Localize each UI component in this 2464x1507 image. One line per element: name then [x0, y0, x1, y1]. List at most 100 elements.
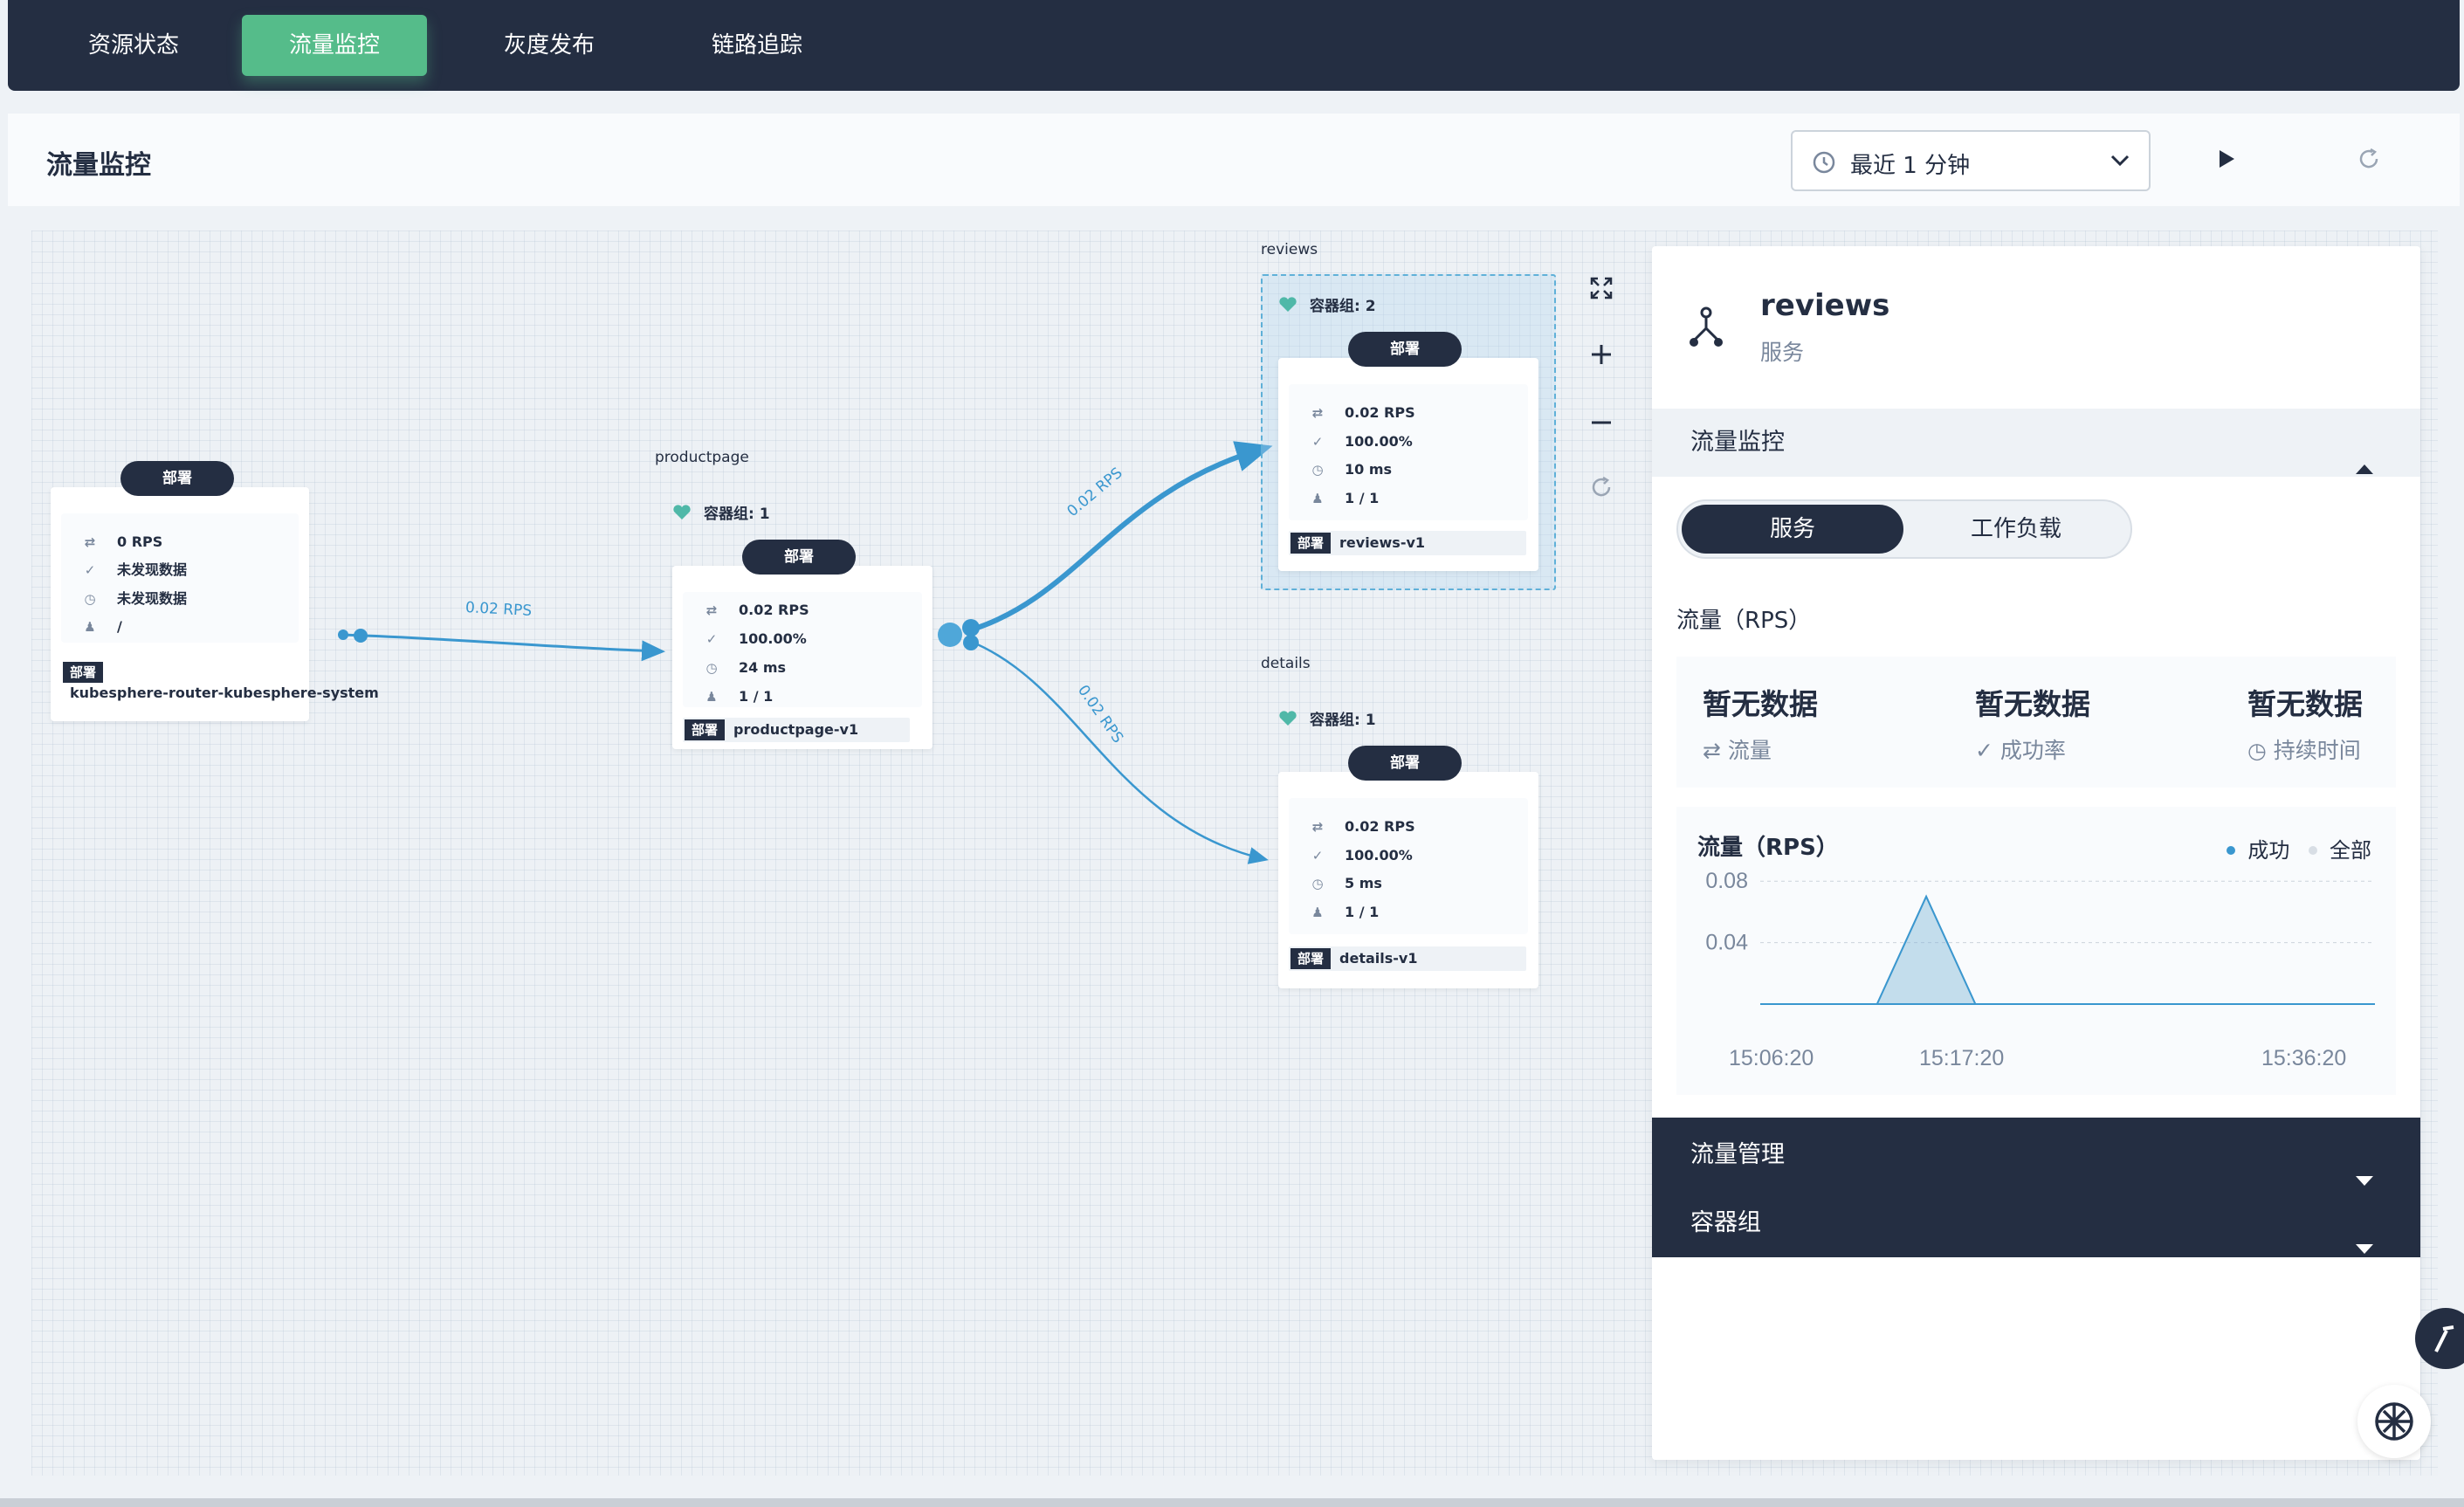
node-reviews[interactable]: ⇄ 0.02 RPS ✓ 100.00% ◷ 10 ms ♟ 1 / 1 部署 revie… — [1278, 358, 1538, 571]
details-stats: ⇄ 0.02 RPS ✓ 100.00% ◷ 5 ms ♟ 1 / 1 — [1289, 798, 1528, 934]
top-tab-bar: 资源状态 流量监控 灰度发布 链路追踪 — [8, 0, 2460, 91]
details-deployment-row: 部署 details-v1 — [1289, 946, 1526, 971]
deployment-tag: 部署 — [1291, 948, 1332, 969]
details-deployment-name: details-v1 — [1339, 950, 1418, 967]
heart-icon — [1278, 297, 1297, 313]
metric-success-rate: 暂无数据 ✓ 成功率 — [1975, 687, 2090, 763]
play-icon[interactable] — [2217, 148, 2236, 173]
time-range-select[interactable]: 最近 1 分钟 — [1791, 130, 2151, 191]
tab-traffic-monitoring[interactable]: 流量监控 — [242, 15, 428, 76]
deployment-tag: 部署 — [63, 662, 104, 683]
chevron-down-icon — [2354, 1215, 2375, 1283]
collapsed-sections: 流量管理 容器组 — [1652, 1118, 2420, 1257]
tool-float-button[interactable] — [2415, 1308, 2464, 1369]
reviews-pod-count: 容器组: 2 — [1278, 293, 1376, 315]
edge-router-productpage — [341, 633, 665, 662]
details-replicas: ♟ 1 / 1 — [1306, 903, 1379, 922]
router-duration: ◷ 未发现数据 — [79, 589, 187, 609]
section-pods[interactable]: 容器组 — [1652, 1189, 2420, 1257]
router-deployment-row: 部署 — [61, 660, 299, 685]
productpage-stats: ⇄ 0.02 RPS ✓ 100.00% ◷ 24 ms ♟ 1 / 1 — [683, 592, 922, 707]
reviews-deployment-row: 部署 reviews-v1 — [1289, 531, 1526, 555]
reviews-deployment-name: reviews-v1 — [1339, 534, 1426, 551]
pod-icon: ♟ — [1311, 905, 1324, 920]
traffic-icon: ⇄ — [705, 602, 718, 618]
group-label-details: details — [1261, 655, 1311, 672]
productpage-deployment-row: 部署 productpage-v1 — [683, 718, 910, 742]
refresh-icon[interactable] — [2357, 147, 2381, 175]
tab-tracing[interactable]: 链路追踪 — [689, 15, 825, 76]
deployment-tag: 部署 — [1291, 533, 1332, 554]
metric-duration: 暂无数据 ◷ 持续时间 — [2247, 687, 2363, 763]
service-detail-panel: reviews 服务 流量监控 服务 工作负载 流量（RPS） 暂无数据 ⇄ 流… — [1652, 246, 2420, 1460]
productpage-success: ✓ 100.00% — [700, 630, 807, 649]
clock-icon: ◷ — [2247, 738, 2274, 763]
reviews-rps: ⇄ 0.02 RPS — [1306, 403, 1415, 423]
traffic-icon: ⇄ — [1311, 819, 1324, 835]
check-icon: ✓ — [84, 562, 96, 578]
reviews-deployment-pill: 部署 — [1348, 332, 1462, 367]
heart-icon — [672, 505, 692, 520]
heart-icon — [1278, 711, 1297, 726]
chart-plot: 0.08 0.04 15:06:20 15:17:20 15:36:20 — [1705, 869, 2375, 1070]
bottom-scroll-edge — [0, 1498, 2464, 1507]
panel-title: reviews — [1760, 288, 1890, 323]
traffic-icon: ⇄ — [1703, 738, 1728, 763]
pod-icon: ♟ — [1311, 491, 1324, 506]
zoom-in-icon[interactable] — [1589, 342, 1614, 370]
section-traffic-monitoring[interactable]: 流量监控 — [1652, 409, 2420, 477]
metrics-summary: 暂无数据 ⇄ 流量 暂无数据 ✓ 成功率 暂无数据 ◷ 持续时间 — [1676, 657, 2396, 788]
check-icon: ✓ — [705, 631, 718, 647]
productpage-duration: ◷ 24 ms — [700, 658, 786, 678]
clock-icon: ◷ — [705, 660, 718, 676]
check-icon: ✓ — [1311, 848, 1324, 864]
time-range-value: 最近 1 分钟 — [1850, 153, 1971, 179]
details-deployment-pill: 部署 — [1348, 746, 1462, 781]
pod-icon: ♟ — [84, 619, 96, 635]
node-router[interactable]: ⇄ 0 RPS ✓ 未发现数据 ◷ 未发现数据 ♟ / 部署 kubesphere-ro… — [51, 487, 379, 721]
traffic-icon: ⇄ — [1311, 405, 1324, 421]
tab-grayscale-release[interactable]: 灰度发布 — [481, 15, 617, 76]
chart-x-tick: 15:06:20 — [1729, 1046, 1814, 1070]
toggle-workload[interactable]: 工作负载 — [1905, 505, 2127, 554]
details-rps: ⇄ 0.02 RPS — [1306, 817, 1415, 836]
traffic-icon: ⇄ — [84, 534, 96, 550]
router-deployment-name: kubesphere-router-kubesphere-system — [70, 685, 379, 701]
chart-x-tick: 15:17:20 — [1919, 1046, 2004, 1070]
reviews-stats: ⇄ 0.02 RPS ✓ 100.00% ◷ 10 ms ♟ 1 / 1 — [1289, 384, 1528, 520]
reviews-success: ✓ 100.00% — [1306, 432, 1413, 451]
page-title: 流量监控 — [46, 150, 151, 181]
edge-productpage-details — [968, 639, 1269, 864]
metric-traffic: 暂无数据 ⇄ 流量 — [1703, 687, 1818, 763]
section-traffic-management[interactable]: 流量管理 — [1652, 1121, 2420, 1189]
service-icon — [1687, 306, 1725, 353]
productpage-deployment-pill: 部署 — [742, 540, 856, 575]
traffic-chart: 流量（RPS） 成功 全部 0.08 0.04 15:06:20 15:17:20 15… — [1676, 807, 2396, 1095]
clock-icon: ◷ — [1311, 462, 1324, 478]
panel-subtitle: 服务 — [1760, 340, 1805, 365]
productpage-pod-count: 容器组: 1 — [672, 501, 770, 523]
productpage-rps: ⇄ 0.02 RPS — [700, 601, 809, 620]
pod-icon: ♟ — [705, 689, 718, 705]
check-icon: ✓ — [1975, 738, 2000, 763]
rps-title: 流量（RPS） — [1676, 608, 1812, 634]
chart-y-tick: 0.08 — [1705, 869, 1748, 893]
toggle-service[interactable]: 服务 — [1682, 505, 1903, 554]
tab-resource-status[interactable]: 资源状态 — [65, 15, 202, 76]
chevron-up-icon — [2354, 435, 2375, 503]
chevron-down-icon — [2110, 154, 2130, 170]
node-details[interactable]: ⇄ 0.02 RPS ✓ 100.00% ◷ 5 ms ♟ 1 / 1 部署 detail… — [1278, 772, 1538, 988]
zoom-out-icon[interactable] — [1589, 410, 1614, 438]
fullscreen-icon[interactable] — [1589, 276, 1614, 304]
details-success: ✓ 100.00% — [1306, 846, 1413, 865]
node-productpage[interactable]: ⇄ 0.02 RPS ✓ 100.00% ◷ 24 ms ♟ 1 / 1 部署 produ… — [672, 566, 933, 749]
chart-series-area — [1760, 894, 2375, 1005]
assistant-logo-icon[interactable] — [2357, 1385, 2431, 1458]
section-traffic-label: 流量监控 — [1690, 429, 1785, 456]
section-pods-label: 容器组 — [1690, 1209, 1761, 1236]
edge-label-router-productpage: 0.02 RPS — [465, 599, 533, 620]
productpage-deployment-name: productpage-v1 — [733, 721, 859, 738]
reset-view-icon[interactable] — [1589, 475, 1614, 503]
router-success: ✓ 未发现数据 — [79, 561, 187, 580]
reviews-duration: ◷ 10 ms — [1306, 460, 1392, 479]
